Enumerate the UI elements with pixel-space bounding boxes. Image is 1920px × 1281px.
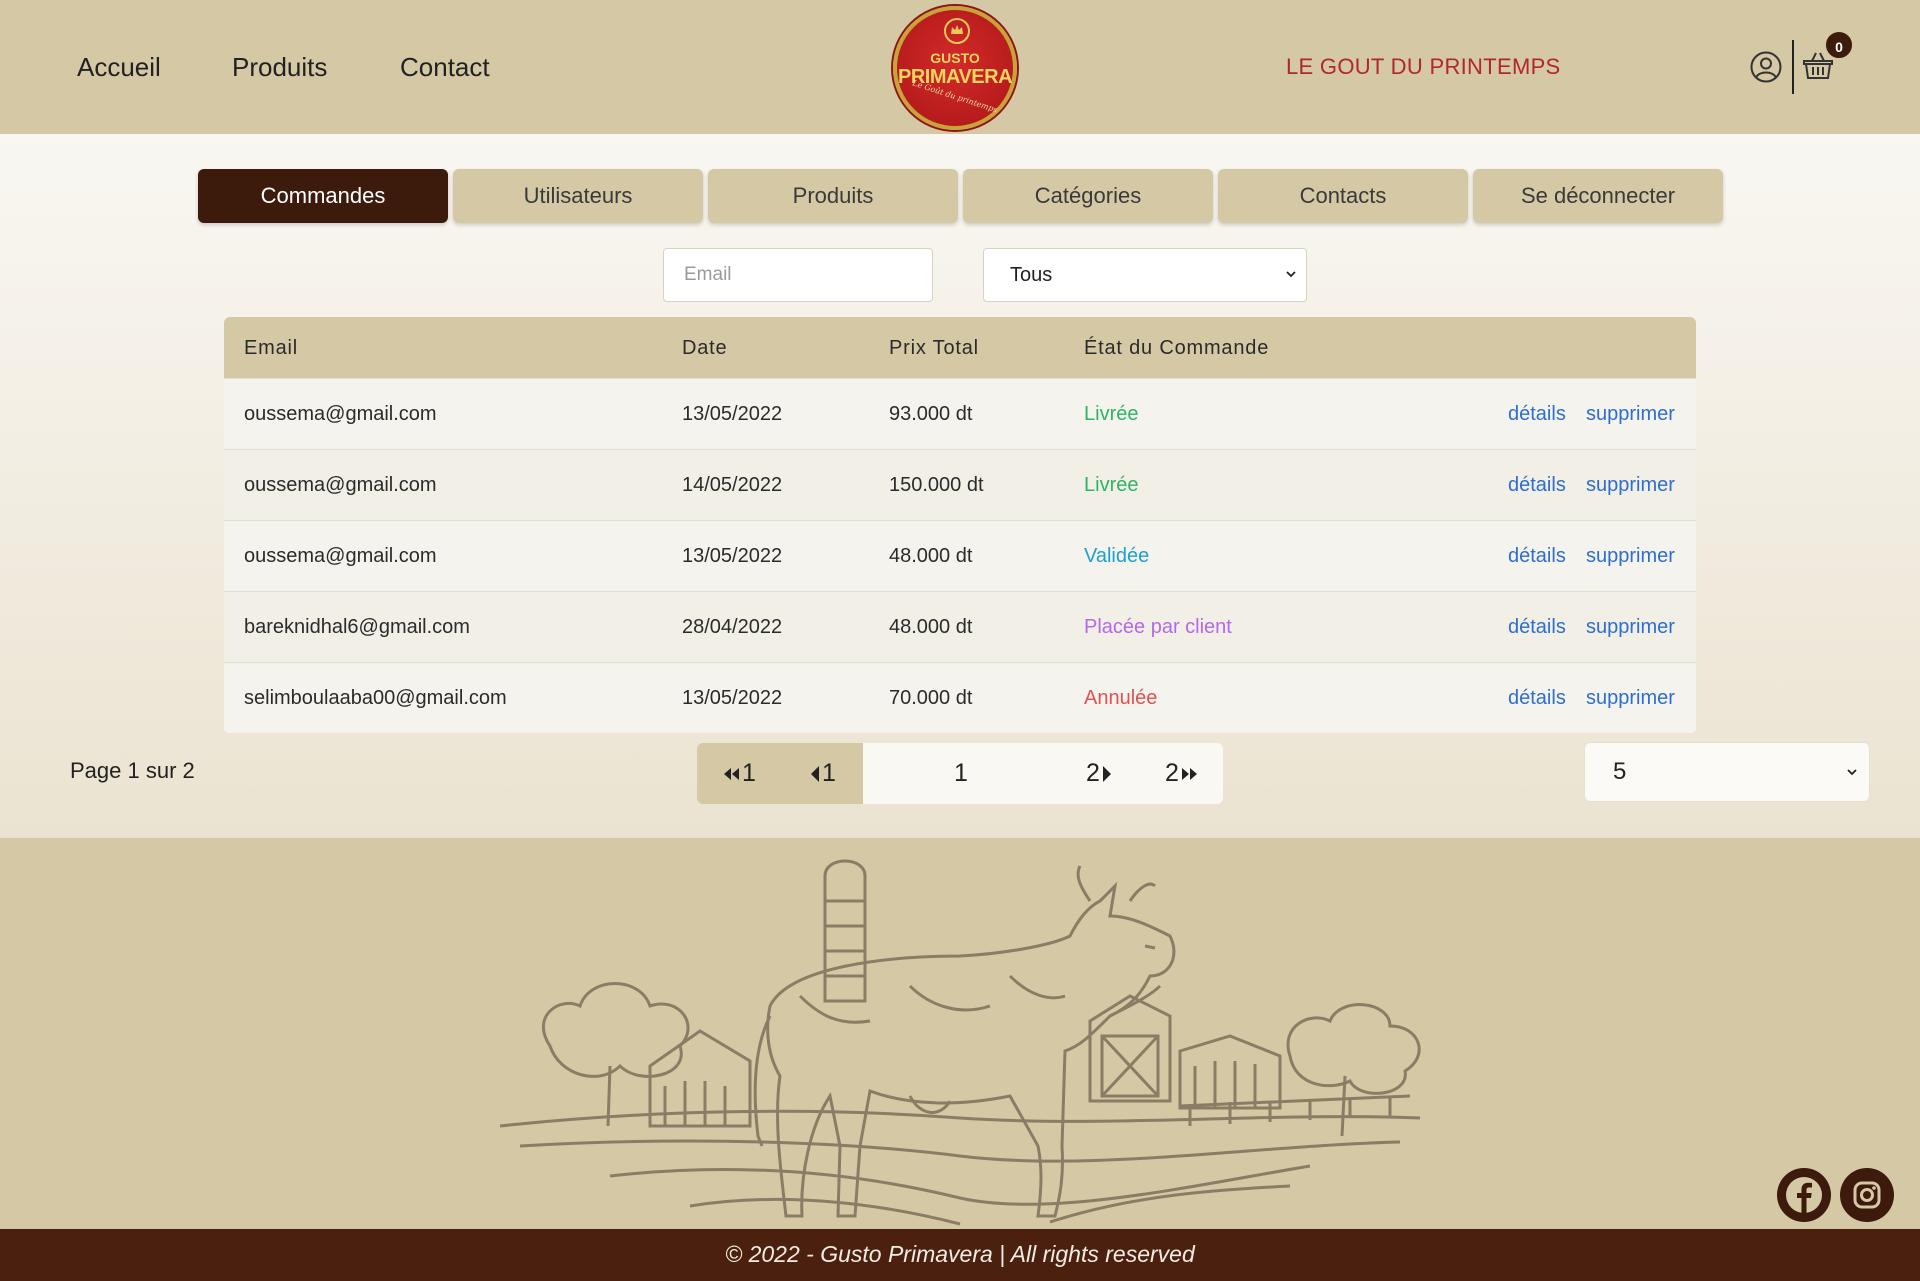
tab-categories[interactable]: Catégories	[963, 169, 1213, 223]
admin-main: Commandes Utilisateurs Produits Catégori…	[0, 134, 1920, 838]
order-date: 13/05/2022	[682, 545, 783, 567]
status-filter-select[interactable]: Tous	[983, 248, 1307, 302]
status-filter-value: Tous	[1010, 264, 1053, 286]
crown-icon	[944, 18, 970, 44]
copyright-bar: © 2022 - Gusto Primavera | All rights re…	[0, 1229, 1920, 1281]
per-page-select[interactable]: 5	[1584, 742, 1870, 802]
table-row: oussema@gmail.com 13/05/2022 93.000 dt L…	[224, 378, 1696, 449]
last-page-button[interactable]: 2	[1141, 743, 1223, 804]
brand-logo[interactable]: GUSTO PRIMAVERA Le Goût du printemps	[893, 6, 1017, 130]
tab-contacts[interactable]: Contacts	[1218, 169, 1468, 223]
order-status: Annulée	[1084, 687, 1158, 709]
order-total: 48.000 dt	[889, 545, 973, 567]
delete-link[interactable]: supprimer	[1586, 616, 1675, 639]
column-header-status: État du Commande	[1084, 337, 1270, 359]
column-header-total: Prix Total	[889, 337, 979, 359]
nav-produits[interactable]: Produits	[232, 52, 327, 83]
order-total: 150.000 dt	[889, 474, 984, 496]
first-page-label: 1	[742, 759, 756, 787]
order-status: Validée	[1084, 545, 1150, 567]
order-total: 93.000 dt	[889, 403, 973, 425]
tab-se-deconnecter[interactable]: Se déconnecter	[1473, 169, 1723, 223]
farm-cow-illustration	[499, 859, 1421, 1226]
chevron-right-icon	[1102, 766, 1111, 783]
order-date: 14/05/2022	[682, 474, 783, 496]
details-link[interactable]: détails	[1508, 474, 1566, 497]
order-status: Livrée	[1084, 474, 1139, 496]
order-email: bareknidhal6@gmail.com	[244, 616, 470, 638]
email-filter-input[interactable]	[663, 248, 933, 302]
facebook-icon[interactable]	[1777, 1168, 1831, 1222]
details-link[interactable]: détails	[1508, 403, 1566, 426]
logo-text-top: GUSTO	[930, 50, 980, 66]
table-row: selimboulaaba00@gmail.com 13/05/2022 70.…	[224, 662, 1696, 733]
copyright-text: © 2022 - Gusto Primavera | All rights re…	[725, 1241, 1195, 1267]
nav-accueil[interactable]: Accueil	[77, 52, 161, 83]
details-link[interactable]: détails	[1508, 687, 1566, 710]
order-date: 13/05/2022	[682, 403, 783, 425]
tab-utilisateurs[interactable]: Utilisateurs	[453, 169, 703, 223]
per-page-value: 5	[1613, 758, 1627, 785]
chevron-left-icon	[811, 766, 820, 783]
site-header: Accueil Produits Contact GUSTO PRIMAVERA…	[0, 0, 1920, 134]
nav-contact[interactable]: Contact	[400, 52, 490, 83]
tab-produits[interactable]: Produits	[708, 169, 958, 223]
column-header-date: Date	[682, 337, 728, 359]
column-header-email: Email	[244, 337, 299, 359]
table-row: oussema@gmail.com 13/05/2022 48.000 dt V…	[224, 520, 1696, 591]
double-chevron-left-icon	[724, 768, 740, 781]
order-email: selimboulaaba00@gmail.com	[244, 687, 507, 709]
order-date: 28/04/2022	[682, 616, 783, 638]
chevron-down-icon	[1847, 769, 1857, 776]
prev-page-label: 1	[822, 759, 836, 787]
order-date: 13/05/2022	[682, 687, 783, 709]
first-page-button[interactable]: 1	[697, 743, 781, 804]
header-divider	[1792, 40, 1794, 94]
order-status: Livrée	[1084, 403, 1139, 425]
last-page-label: 2	[1165, 759, 1179, 787]
delete-link[interactable]: supprimer	[1586, 474, 1675, 497]
order-email: oussema@gmail.com	[244, 545, 437, 567]
tab-commandes[interactable]: Commandes	[198, 169, 448, 223]
site-footer	[0, 838, 1920, 1230]
table-body: oussema@gmail.com 13/05/2022 93.000 dt L…	[224, 378, 1696, 733]
orders-table: Email Date Prix Total État du Commande o…	[224, 317, 1696, 733]
table-header: Email Date Prix Total État du Commande	[224, 317, 1696, 378]
current-page[interactable]: 1	[863, 743, 1059, 804]
order-email: oussema@gmail.com	[244, 403, 437, 425]
table-row: oussema@gmail.com 14/05/2022 150.000 dt …	[224, 449, 1696, 520]
details-link[interactable]: détails	[1508, 616, 1566, 639]
next-page-label: 2	[1086, 759, 1100, 787]
next-page-button[interactable]: 2	[1059, 743, 1141, 804]
order-total: 48.000 dt	[889, 616, 973, 638]
header-tagline: LE GOUT DU PRINTEMPS	[1286, 54, 1561, 79]
details-link[interactable]: détails	[1508, 545, 1566, 568]
delete-link[interactable]: supprimer	[1586, 545, 1675, 568]
table-row: bareknidhal6@gmail.com 28/04/2022 48.000…	[224, 591, 1696, 662]
page-info: Page 1 sur 2	[70, 758, 195, 783]
instagram-icon[interactable]	[1840, 1168, 1894, 1222]
pagination: 1 1 1 2 2	[697, 743, 1223, 804]
delete-link[interactable]: supprimer	[1586, 403, 1675, 426]
chevron-down-icon	[1286, 271, 1296, 278]
order-email: oussema@gmail.com	[244, 474, 437, 496]
cart-count-badge: 0	[1824, 30, 1854, 60]
user-account-icon[interactable]	[1750, 51, 1782, 83]
prev-page-button[interactable]: 1	[781, 743, 863, 804]
delete-link[interactable]: supprimer	[1586, 687, 1675, 710]
order-total: 70.000 dt	[889, 687, 973, 709]
order-status: Placée par client	[1084, 616, 1232, 638]
double-chevron-right-icon	[1181, 768, 1197, 781]
